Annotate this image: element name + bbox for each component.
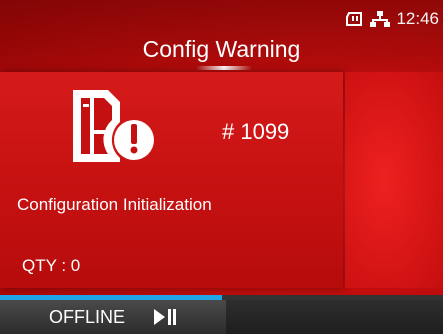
page-title: Config Warning [142,36,301,62]
error-code: # 1099 [222,119,290,144]
status-bar: 12:46 [346,0,443,38]
side-panel [345,72,443,288]
sd-card-icon [346,12,363,26]
printer-warning-icon [73,90,154,162]
error-message: Configuration Initialization [17,195,212,214]
title-underline [196,66,252,70]
quantity-label: QTY : 0 [22,256,81,275]
offline-status-label: OFFLINE [49,307,126,327]
bottom-bar-right [226,300,443,334]
network-icon [370,11,391,27]
clock-time: 12:46 [396,9,439,28]
printer-display-screen: 12:46 Config Warning # 1099 Configuratio… [0,0,443,334]
play-pause-icon[interactable] [154,308,176,326]
